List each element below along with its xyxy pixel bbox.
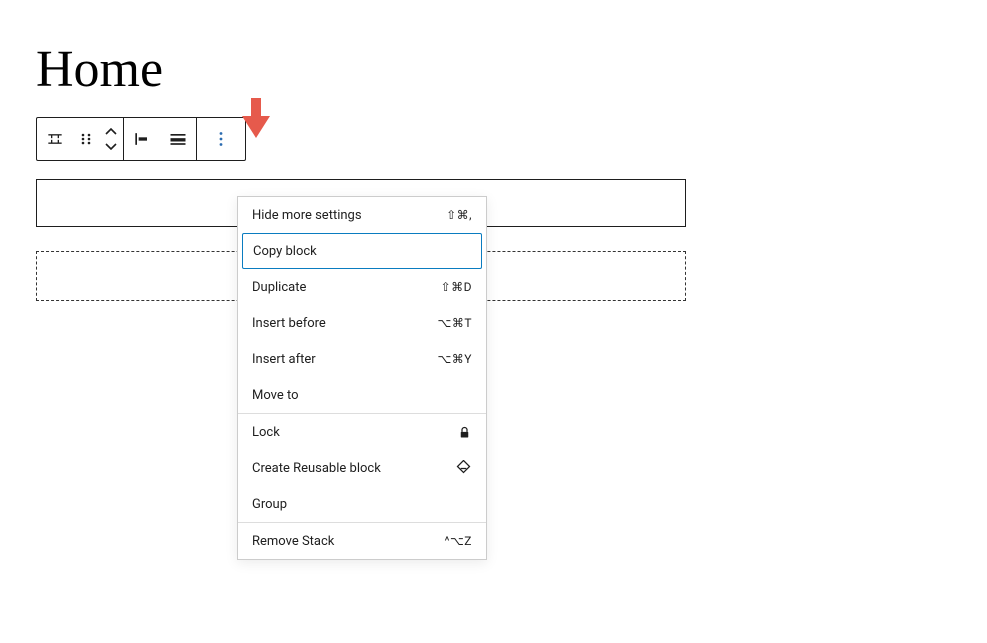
stack-icon (45, 129, 65, 149)
menu-item-shortcut: ^⌥Z (444, 534, 472, 548)
reusable-icon (455, 460, 472, 477)
align-left-icon (132, 129, 152, 149)
menu-item-label: Lock (252, 425, 280, 440)
menu-item-group[interactable]: Group (238, 486, 486, 522)
block-mover (99, 117, 123, 161)
menu-item-copy-block[interactable]: Copy block (242, 233, 482, 269)
toolbar-group-align (123, 118, 196, 160)
align-button[interactable] (124, 117, 160, 161)
menu-item-label: Group (252, 497, 287, 512)
menu-item-shortcut: ⇧⌘, (446, 208, 472, 222)
menu-item-duplicate[interactable]: Duplicate ⇧⌘D (238, 269, 486, 305)
menu-item-hide-more-settings[interactable]: Hide more settings ⇧⌘, (238, 197, 486, 233)
menu-item-label: Remove Stack (252, 534, 334, 549)
menu-item-shortcut: ⇧⌘D (441, 280, 472, 294)
menu-item-remove-stack[interactable]: Remove Stack ^⌥Z (238, 523, 486, 559)
menu-item-shortcut: ⌥⌘Y (437, 352, 472, 366)
menu-item-label: Move to (252, 388, 299, 403)
more-vertical-icon (212, 130, 230, 148)
menu-section-edit: Hide more settings ⇧⌘, Copy block Duplic… (238, 197, 486, 413)
page-title: Home (36, 40, 951, 99)
drag-handle-button[interactable] (73, 117, 99, 161)
block-toolbar (36, 117, 246, 161)
annotation-arrow-icon (242, 98, 270, 142)
menu-item-move-to[interactable]: Move to (238, 377, 486, 413)
toolbar-group-block (37, 118, 123, 160)
block-options-dropdown: Hide more settings ⇧⌘, Copy block Duplic… (237, 196, 487, 560)
menu-item-lock[interactable]: Lock (238, 414, 486, 450)
lock-icon (457, 425, 472, 440)
menu-item-insert-before[interactable]: Insert before ⌥⌘T (238, 305, 486, 341)
menu-item-label: Copy block (253, 244, 317, 259)
menu-item-label: Insert before (252, 316, 326, 331)
move-up-button[interactable] (105, 128, 117, 136)
align-full-icon (168, 129, 188, 149)
more-options-button[interactable] (197, 117, 245, 161)
justify-button[interactable] (160, 117, 196, 161)
menu-item-insert-after[interactable]: Insert after ⌥⌘Y (238, 341, 486, 377)
menu-section-structure: Lock Create Reusable block (238, 413, 486, 522)
move-down-button[interactable] (105, 142, 117, 150)
menu-item-label: Create Reusable block (252, 461, 381, 476)
menu-section-remove: Remove Stack ^⌥Z (238, 522, 486, 559)
menu-item-label: Insert after (252, 352, 316, 367)
toolbar-group-more (196, 118, 245, 160)
menu-item-label: Duplicate (252, 280, 306, 295)
menu-item-create-reusable-block[interactable]: Create Reusable block (238, 450, 486, 486)
menu-item-shortcut: ⌥⌘T (438, 316, 473, 330)
drag-icon (79, 132, 93, 146)
block-type-button[interactable] (37, 117, 73, 161)
menu-item-label: Hide more settings (252, 208, 362, 223)
